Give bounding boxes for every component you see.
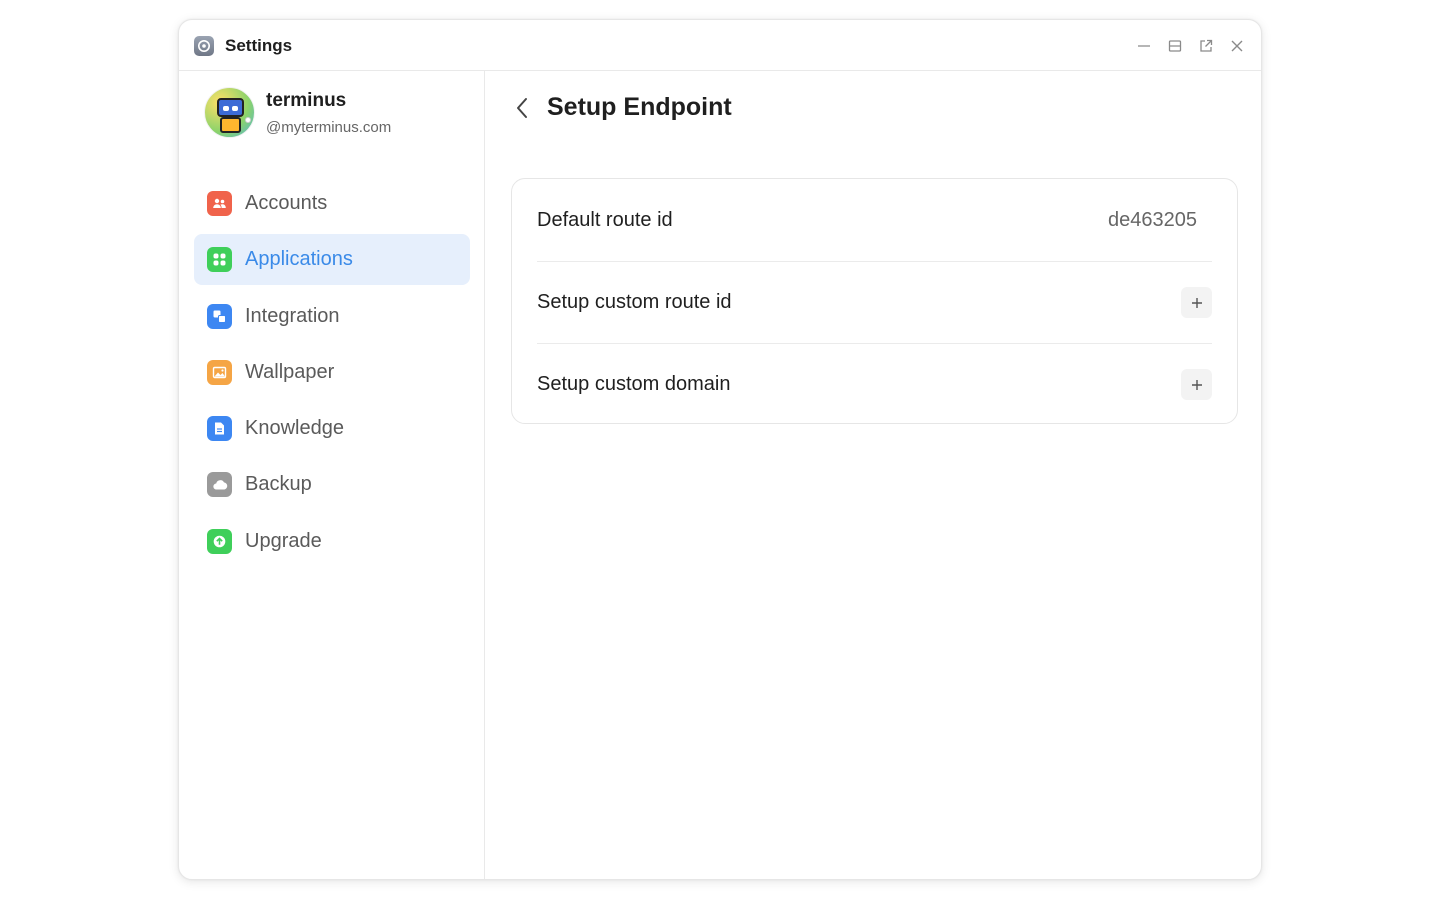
status-dot <box>245 117 251 123</box>
sidebar-item-knowledge[interactable]: Knowledge <box>194 403 470 454</box>
sidebar: terminus @myterminus.com Accounts Applic… <box>179 71 485 879</box>
sidebar-item-label: Backup <box>245 473 312 496</box>
sidebar-item-wallpaper[interactable]: Wallpaper <box>194 347 470 398</box>
custom-route-row[interactable]: Setup custom route id <box>537 261 1212 343</box>
profile-domain: @myterminus.com <box>266 119 392 136</box>
avatar <box>204 87 255 138</box>
page-title: Setup Endpoint <box>547 93 732 121</box>
default-route-label: Default route id <box>537 208 673 231</box>
sidebar-item-label: Upgrade <box>245 529 322 552</box>
wallpaper-icon <box>207 359 232 385</box>
applications-icon <box>207 247 232 273</box>
sidebar-item-label: Applications <box>245 248 353 271</box>
accounts-icon <box>207 191 232 216</box>
default-route-value: de463205 <box>1108 208 1197 231</box>
plus-icon <box>1191 379 1202 390</box>
back-button[interactable] <box>511 95 533 121</box>
profile-name: terminus <box>266 90 347 111</box>
close-icon[interactable] <box>1228 37 1245 54</box>
endpoint-card: Default route id de463205 Setup custom r… <box>511 178 1238 424</box>
settings-app-icon <box>194 36 214 56</box>
add-custom-route-button[interactable] <box>1181 287 1212 318</box>
sidebar-item-label: Accounts <box>245 192 328 214</box>
maximize-icon[interactable] <box>1166 37 1183 54</box>
custom-route-label: Setup custom route id <box>537 291 732 313</box>
integration-icon <box>207 303 232 329</box>
title-bar: Settings <box>179 20 1261 71</box>
main-content: Setup Endpoint Default route id de463205… <box>485 71 1261 879</box>
custom-domain-row[interactable]: Setup custom domain <box>537 343 1212 425</box>
sidebar-item-accounts[interactable]: Accounts <box>194 178 470 229</box>
sidebar-nav: Accounts Applications Integration Wallpa… <box>194 178 470 572</box>
sidebar-item-integration[interactable]: Integration <box>194 291 470 342</box>
open-external-icon[interactable] <box>1197 37 1214 54</box>
window-controls <box>1135 37 1245 54</box>
custom-domain-label: Setup custom domain <box>537 373 731 395</box>
backup-icon <box>207 472 232 498</box>
sidebar-item-upgrade[interactable]: Upgrade <box>194 516 470 567</box>
profile-header[interactable]: terminus @myterminus.com <box>204 87 464 139</box>
add-custom-domain-button[interactable] <box>1181 369 1212 400</box>
default-route-row: Default route id de463205 <box>537 179 1212 261</box>
knowledge-icon <box>207 416 232 442</box>
chevron-left-icon <box>517 98 527 118</box>
sidebar-item-label: Integration <box>245 304 340 327</box>
window-title: Settings <box>225 36 293 55</box>
sidebar-item-label: Wallpaper <box>245 360 335 383</box>
sidebar-item-applications[interactable]: Applications <box>194 234 470 286</box>
sidebar-item-backup[interactable]: Backup <box>194 459 470 510</box>
upgrade-icon <box>207 528 232 554</box>
settings-window: Settings terminus @myterminus.com Accoun… <box>178 19 1262 880</box>
sidebar-item-label: Knowledge <box>245 417 344 440</box>
plus-icon <box>1191 297 1202 308</box>
minimize-icon[interactable] <box>1135 37 1152 54</box>
